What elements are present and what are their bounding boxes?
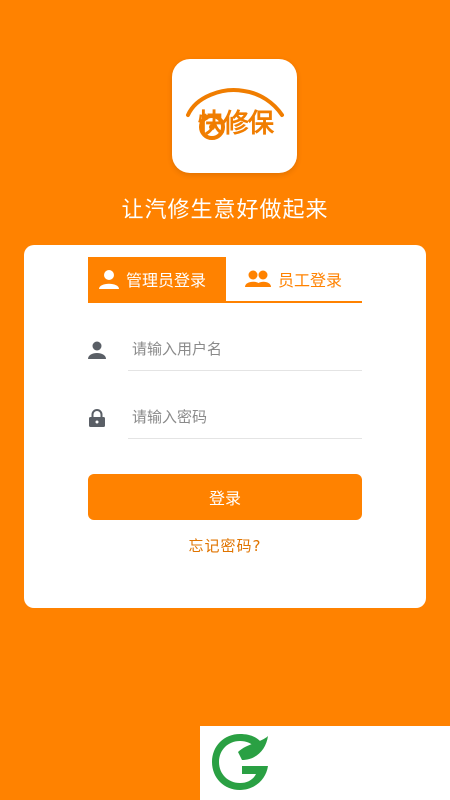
tab-admin-login[interactable]: 管理员登录 [88,257,226,301]
password-input[interactable] [128,395,362,439]
logo-text: 快修保 [198,109,274,139]
login-button[interactable]: 登录 [88,474,362,520]
person-icon [99,270,119,289]
app-logo: 快修保 [172,59,297,173]
username-input[interactable] [128,327,362,371]
user-icon [88,341,106,359]
lock-icon [89,409,105,427]
forgot-password-link[interactable]: 忘记密码? [24,535,426,556]
tab-staff-login[interactable]: 员工登录 [226,257,362,301]
watermark-badge [200,726,450,800]
login-tabs: 管理员登录 员工登录 [88,257,362,303]
login-screen: 快修保 让汽修生意好做起来 管理员登录 员工登录 请输入用户名 登录 忘记密码? [0,0,450,800]
tab-staff-label: 员工登录 [278,271,343,290]
leaf-logo-icon [212,734,268,790]
people-icon [245,270,271,287]
password-field [88,395,362,439]
username-field [88,327,362,371]
app-slogan: 让汽修生意好做起来 [121,198,329,223]
tab-admin-label: 管理员登录 [126,271,207,290]
login-card: 管理员登录 员工登录 请输入用户名 登录 忘记密码? [24,245,426,608]
